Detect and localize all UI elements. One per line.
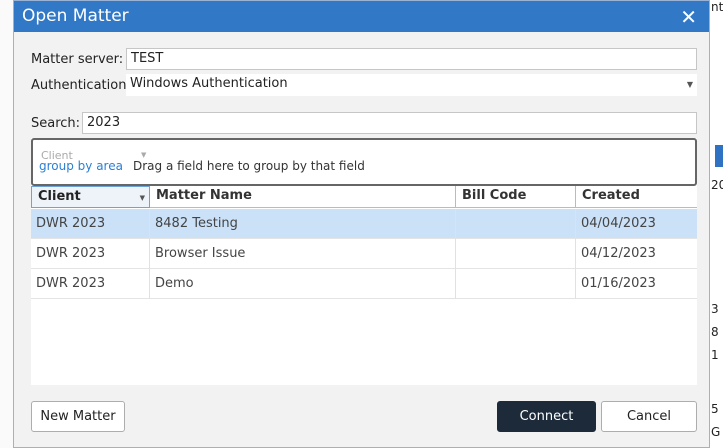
matter-server-label: Matter server: bbox=[31, 52, 124, 67]
authentication-label: Authentication: bbox=[31, 78, 131, 93]
dialog-titlebar: Open Matter ✕ bbox=[14, 1, 709, 32]
cell-client: DWR 2023 bbox=[31, 239, 150, 269]
cell-bill-code bbox=[456, 209, 576, 239]
cell-client: DWR 2023 bbox=[31, 209, 150, 239]
matter-server-input[interactable]: TEST bbox=[126, 48, 697, 70]
cell-client: DWR 2023 bbox=[31, 269, 150, 299]
column-header-created[interactable]: Created bbox=[576, 186, 697, 208]
matter-grid: Client ▼ group by area Drag a field here… bbox=[31, 138, 697, 385]
background-blue-bar bbox=[715, 145, 723, 167]
background-text: G bbox=[711, 425, 721, 439]
dropdown-arrow-icon: ▼ bbox=[686, 80, 693, 89]
column-header-label: Client bbox=[38, 189, 81, 204]
cancel-button[interactable]: Cancel bbox=[601, 401, 697, 432]
background-text: 5 bbox=[711, 402, 719, 416]
close-icon[interactable]: ✕ bbox=[680, 5, 697, 29]
column-header-label: Matter Name bbox=[156, 188, 252, 203]
cell-created: 04/12/2023 bbox=[581, 246, 656, 261]
column-header-bill-code[interactable]: Bill Code bbox=[456, 186, 576, 208]
cell-bill-code bbox=[456, 239, 576, 269]
dialog-title: Open Matter bbox=[22, 6, 129, 26]
chip-dropdown-icon: ▼ bbox=[141, 151, 147, 159]
background-text: 1 bbox=[711, 348, 719, 362]
group-area-label: group by area bbox=[39, 159, 123, 173]
column-header-label: Bill Code bbox=[462, 188, 527, 203]
background-text: 8 bbox=[711, 325, 719, 339]
cell-matter-name: 8482 Testing bbox=[150, 209, 456, 239]
cell-created: 04/04/2023 bbox=[581, 216, 656, 231]
search-input[interactable]: 2023 bbox=[82, 112, 697, 134]
cell-bill-code bbox=[456, 269, 576, 299]
open-matter-dialog: Open Matter ✕ Matter server: TEST Authen… bbox=[13, 0, 710, 448]
group-by-area[interactable]: Client ▼ group by area Drag a field here… bbox=[31, 138, 697, 186]
column-header-label: Created bbox=[582, 188, 640, 203]
authentication-value: Windows Authentication bbox=[130, 76, 288, 91]
background-text: 20 bbox=[711, 178, 723, 192]
column-filter-icon[interactable]: ▼ bbox=[140, 194, 145, 202]
cell-matter-name: Browser Issue bbox=[150, 239, 456, 269]
cell-matter-name: Demo bbox=[150, 269, 456, 299]
background-text: 3 bbox=[711, 302, 719, 316]
table-row[interactable]: DWR 2023 Demo 01/16/2023 bbox=[31, 269, 697, 299]
new-matter-button[interactable]: New Matter bbox=[31, 401, 125, 432]
cell-created: 01/16/2023 bbox=[581, 276, 656, 291]
group-hint-text: Drag a field here to group by that field bbox=[133, 159, 365, 173]
authentication-select[interactable]: Windows Authentication ▼ bbox=[126, 74, 697, 96]
table-row[interactable]: DWR 2023 Browser Issue 04/12/2023 bbox=[31, 239, 697, 269]
column-header-matter-name[interactable]: Matter Name bbox=[150, 186, 456, 208]
background-text: nt bbox=[711, 0, 723, 14]
column-header-client[interactable]: Client ▼ bbox=[31, 186, 150, 208]
connect-button[interactable]: Connect bbox=[497, 401, 596, 432]
table-row[interactable]: DWR 2023 8482 Testing 04/04/2023 bbox=[31, 209, 697, 239]
grid-header-row: Client ▼ Matter Name Bill Code Created bbox=[31, 186, 697, 208]
search-label: Search: bbox=[31, 116, 81, 131]
background-strip bbox=[709, 0, 723, 448]
